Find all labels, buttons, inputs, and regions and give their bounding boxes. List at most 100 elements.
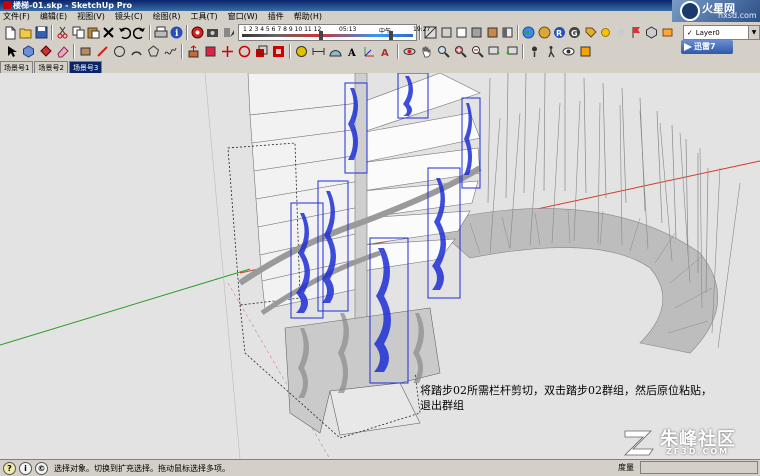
menu-plugins[interactable]: 插件 (263, 11, 289, 23)
cut-button[interactable] (55, 24, 70, 41)
style-monochrome-button[interactable] (500, 24, 515, 41)
orbit-tool-button[interactable] (401, 43, 418, 60)
layer-dropdown[interactable]: ✓ Layer0 ▼ (682, 25, 760, 40)
select-icon (8, 46, 17, 57)
save-button[interactable] (34, 24, 49, 41)
copy-button[interactable] (70, 24, 85, 41)
standard-toolbar: i 1 2 3 4 5 6 7 8 9 10 11 12 05:13 中午 19… (0, 23, 760, 42)
menu-tools[interactable]: 工具(T) (186, 11, 223, 23)
scale-tool-button[interactable] (253, 43, 270, 60)
model-info-button[interactable]: i (169, 24, 184, 41)
help-icon[interactable]: ? (3, 461, 16, 475)
dimension-icon (312, 48, 325, 55)
select-tool-button[interactable] (3, 43, 20, 60)
warehouse-icon (538, 26, 551, 39)
section-plane-tool-button[interactable] (577, 43, 594, 60)
freehand-tool-button[interactable] (162, 43, 179, 60)
measurements-input[interactable] (640, 461, 758, 474)
flag-icon (632, 27, 640, 38)
text-tool-button[interactable]: A (344, 43, 361, 60)
menu-help[interactable]: 帮助(H) (289, 11, 327, 23)
drawing-toolbar: A A (0, 42, 760, 61)
new-file-button[interactable] (3, 24, 18, 41)
section-cut-button[interactable] (659, 24, 674, 41)
menu-file[interactable]: 文件(F) (0, 11, 35, 23)
menu-edit[interactable]: 编辑(E) (35, 11, 72, 23)
google-earth-button[interactable] (521, 24, 536, 41)
model-viewport[interactable]: 将踏步02所需栏杆剪切，双击踏步02群组，然后原位粘贴， 退出群组 朱峰社区 Z… (0, 73, 760, 459)
make-component-button[interactable] (20, 43, 37, 60)
pan-tool-button[interactable] (418, 43, 435, 60)
paste-button[interactable] (86, 24, 101, 41)
new-file-icon (5, 26, 16, 39)
component-button[interactable] (644, 24, 659, 41)
rectangle-icon (80, 47, 91, 56)
sun-button[interactable] (598, 24, 613, 41)
offset-icon (273, 46, 284, 57)
style-hidden-line-button[interactable] (454, 24, 469, 41)
date-slider-knob[interactable] (319, 31, 324, 40)
erase-button[interactable] (101, 24, 116, 41)
thunder-login-button[interactable]: 迅雷7 (681, 40, 733, 54)
paint-bucket-button[interactable] (37, 43, 54, 60)
menu-window[interactable]: 窗口(W) (223, 11, 263, 23)
redo-button[interactable] (132, 24, 147, 41)
shadow-toggle-button[interactable] (221, 24, 236, 41)
share-model-button[interactable]: R (552, 24, 567, 41)
look-around-tool-button[interactable] (560, 43, 577, 60)
credits-icon[interactable]: © (35, 461, 48, 475)
previous-view-button[interactable] (486, 43, 503, 60)
follow-me-tool-button[interactable] (202, 43, 219, 60)
style-textured-button[interactable] (485, 24, 500, 41)
svg-text:i: i (175, 29, 179, 39)
rotate-tool-button[interactable] (236, 43, 253, 60)
shadow-time-slider[interactable]: 1 2 3 4 5 6 7 8 9 10 11 12 05:13 中午 19:2… (238, 24, 430, 41)
polygon-tool-button[interactable] (145, 43, 162, 60)
line-tool-button[interactable] (94, 43, 111, 60)
offset-tool-button[interactable] (270, 43, 287, 60)
flag-button[interactable] (629, 24, 644, 41)
get-models-button[interactable]: G (567, 24, 582, 41)
protractor-tool-button[interactable] (327, 43, 344, 60)
axes-tool-button[interactable] (361, 43, 378, 60)
style-wireframe-button[interactable] (438, 24, 453, 41)
time-slider-knob[interactable] (389, 31, 394, 40)
warehouse-button[interactable] (537, 24, 552, 41)
tab-scene-2[interactable]: 场景号2 (34, 61, 68, 73)
tape-measure-tool-button[interactable] (293, 43, 310, 60)
undo-button[interactable] (117, 24, 132, 41)
scene-button[interactable] (205, 24, 220, 41)
menu-view[interactable]: 视图(V) (72, 11, 110, 23)
menu-camera[interactable]: 镜头(C) (110, 11, 148, 23)
next-view-button[interactable] (503, 43, 520, 60)
brand-url: hxsd.com (718, 11, 757, 20)
hidden-line-style-icon (456, 27, 467, 38)
3d-text-tool-button[interactable]: A (378, 43, 395, 60)
tab-scene-3[interactable]: 场景号3 (68, 61, 103, 73)
zoom-extents-tool-button[interactable] (469, 43, 486, 60)
tag-button[interactable] (583, 24, 598, 41)
walk-tool-button[interactable] (543, 43, 560, 60)
menu-draw[interactable]: 绘图(R) (148, 11, 186, 23)
toolbar-separator (181, 44, 183, 59)
print-button[interactable] (153, 24, 168, 41)
style-shaded-button[interactable] (469, 24, 484, 41)
eraser-tool-button[interactable] (54, 43, 71, 60)
fog-button[interactable] (613, 24, 628, 41)
status-bar: ? i © 选择对象。切换到扩充选择。拖动鼠标选择多项。 度量 (0, 459, 760, 476)
dimension-tool-button[interactable] (310, 43, 327, 60)
position-camera-tool-button[interactable] (526, 43, 543, 60)
circle-tool-button[interactable] (111, 43, 128, 60)
window-title-bar: 楼梯-01.skp - SketchUp Pro (0, 0, 760, 11)
camera-button[interactable] (190, 24, 205, 41)
arc-tool-button[interactable] (128, 43, 145, 60)
save-icon (35, 26, 48, 39)
push-pull-tool-button[interactable] (185, 43, 202, 60)
zoom-window-tool-button[interactable] (452, 43, 469, 60)
tab-scene-1[interactable]: 场景号1 (0, 61, 34, 73)
move-tool-button[interactable] (219, 43, 236, 60)
open-file-button[interactable] (18, 24, 33, 41)
zoom-tool-button[interactable] (435, 43, 452, 60)
geo-location-icon[interactable]: i (19, 461, 32, 475)
rectangle-tool-button[interactable] (77, 43, 94, 60)
